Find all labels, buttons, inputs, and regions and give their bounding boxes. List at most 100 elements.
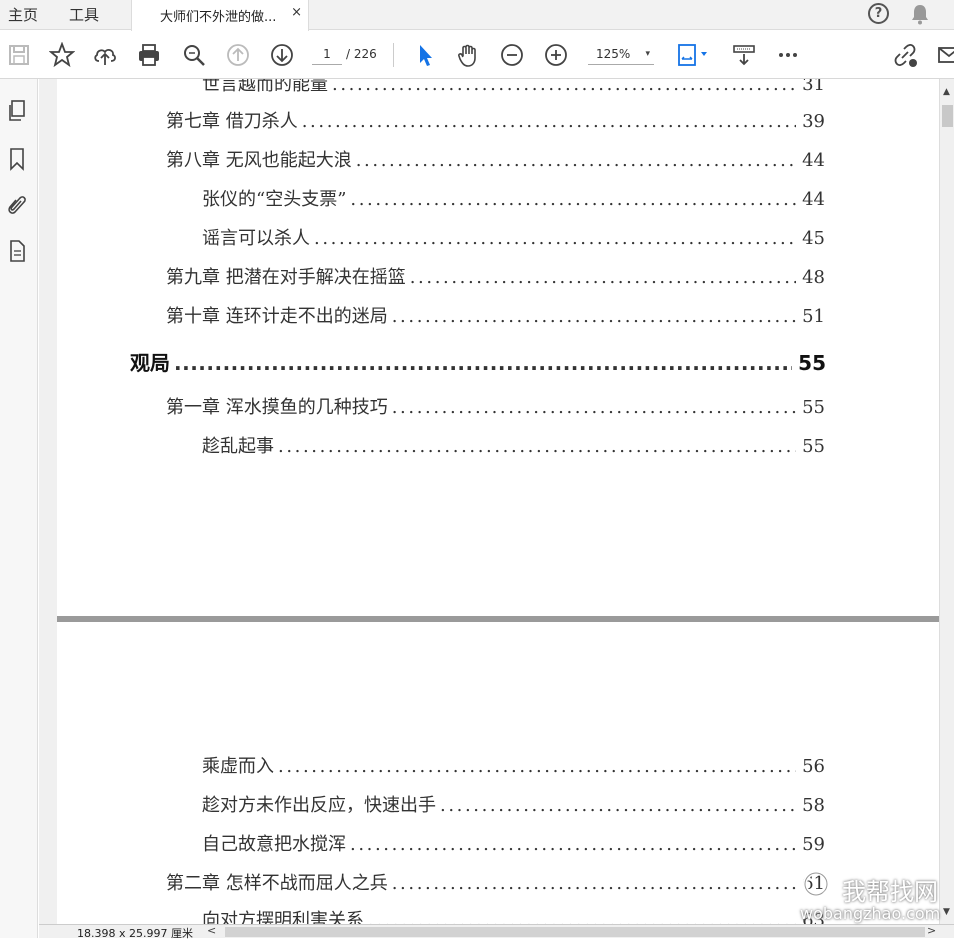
toc-entry-page: 56 bbox=[802, 756, 825, 777]
select-arrow-icon[interactable] bbox=[412, 42, 438, 68]
bell-icon[interactable] bbox=[910, 3, 930, 25]
toc-entry-label: 第一章 浑水摸鱼的几种技巧 bbox=[166, 397, 388, 418]
zoom-in-icon[interactable] bbox=[543, 42, 569, 68]
tab-home[interactable]: 主页 bbox=[8, 4, 38, 25]
toc-entry-label: 观局 bbox=[130, 351, 170, 375]
scroll-up-icon[interactable]: ▲ bbox=[943, 87, 950, 97]
toc-entry-label: 第八章 无风也能起大浪 bbox=[166, 150, 352, 171]
toc-entry[interactable]: 趁对方未作出反应，快速出手 ..........................… bbox=[202, 791, 825, 817]
search-zoom-icon[interactable] bbox=[181, 42, 207, 68]
toc-entry[interactable]: 第七章 借刀杀人 ...............................… bbox=[166, 107, 825, 133]
toc-leader-dots: ........................................… bbox=[301, 111, 796, 132]
toc-entry-label: 趁对方未作出反应，快速出手 bbox=[202, 795, 436, 816]
attachments-icon[interactable] bbox=[6, 193, 28, 217]
toc-leader-dots: ........................................… bbox=[278, 756, 796, 777]
toc-leader-dots: ........................................… bbox=[368, 910, 797, 924]
toc-leader-dots: ........................................… bbox=[391, 397, 797, 418]
toc-entry-page: 44 bbox=[802, 189, 825, 210]
toc-entry[interactable]: 张仪的“空头支票” ..............................… bbox=[202, 185, 825, 211]
toc-entry[interactable]: 第一章 浑水摸鱼的几种技巧 ..........................… bbox=[166, 393, 825, 419]
bookmarks-icon[interactable] bbox=[6, 147, 28, 171]
watermark-url: wobangzhao.com bbox=[800, 904, 941, 923]
document-viewport[interactable]: 世言越而的能量 ................................… bbox=[39, 79, 939, 924]
print-icon[interactable] bbox=[136, 42, 162, 68]
prev-page-icon[interactable] bbox=[225, 42, 251, 68]
zoom-value: 125% bbox=[596, 47, 631, 61]
hand-tool-icon[interactable] bbox=[455, 42, 481, 68]
toc-entry-label: 第七章 借刀杀人 bbox=[166, 111, 298, 132]
toc-entry[interactable]: 第八章 无风也能起大浪 ............................… bbox=[166, 146, 825, 172]
help-icon[interactable]: ? bbox=[868, 3, 889, 24]
save-icon[interactable] bbox=[6, 42, 32, 68]
toc-entry[interactable]: 乘虚而入 ...................................… bbox=[202, 752, 825, 778]
toc-entry-page: 55 bbox=[802, 436, 825, 457]
tab-tools[interactable]: 工具 bbox=[69, 4, 99, 25]
toc-part-heading[interactable]: 观局 .....................................… bbox=[130, 347, 826, 376]
more-icon[interactable] bbox=[775, 42, 801, 68]
horizontal-scroll-thumb[interactable] bbox=[225, 927, 925, 937]
toc-entry-label: 世言越而的能量 bbox=[202, 79, 328, 95]
toc-leader-dots: ........................................… bbox=[332, 79, 797, 95]
chevron-down-icon: ▾ bbox=[645, 49, 650, 59]
toc-entry-page: 58 bbox=[802, 795, 825, 816]
bookmark-star-icon[interactable] bbox=[48, 41, 76, 68]
document-properties-icon[interactable] bbox=[6, 239, 28, 263]
toc-entry-label: 向对方摆明利害关系 bbox=[202, 910, 364, 924]
scroll-thumb[interactable] bbox=[942, 105, 953, 127]
toc-entry[interactable]: 向对方摆明利害关系 ..............................… bbox=[202, 906, 825, 924]
toc-entry-label: 第十章 连环计走不出的迷局 bbox=[166, 306, 388, 327]
tab-document[interactable]: 大师们不外泄的做... × bbox=[131, 0, 309, 31]
toc-leader-dots: ........................................… bbox=[440, 795, 796, 816]
page-number-input[interactable]: 1 bbox=[312, 43, 342, 65]
toc-leader-dots: ........................................… bbox=[409, 267, 796, 288]
toc-entry-page: 51 bbox=[802, 306, 825, 327]
toc-entry[interactable]: 趁乱起事 ...................................… bbox=[202, 432, 825, 458]
toc-entry[interactable]: 第二章 怎样不战而屈人之兵 ..........................… bbox=[166, 869, 825, 895]
toc-entry-page: 55 bbox=[798, 351, 826, 375]
page-dimensions: 18.398 x 25.997 厘米 bbox=[77, 927, 193, 940]
toc-entry-label: 第九章 把潜在对手解决在摇篮 bbox=[166, 267, 406, 288]
page-total: / 226 bbox=[346, 47, 377, 61]
toc-leader-dots: ........................................… bbox=[314, 228, 797, 249]
toc-leader-dots: ........................................… bbox=[174, 351, 792, 375]
share-link-icon[interactable] bbox=[892, 42, 918, 68]
toc-entry-label: 谣言可以杀人 bbox=[202, 228, 310, 249]
zoom-level-select[interactable]: 125% ▾ bbox=[588, 43, 654, 65]
toc-entry-label: 第二章 怎样不战而屈人之兵 bbox=[166, 873, 388, 894]
scroll-left-icon[interactable]: < bbox=[207, 924, 216, 937]
toolbar: 1 / 226 125% ▾ bbox=[0, 31, 954, 79]
toc-entry-label: 自己故意把水搅浑 bbox=[202, 834, 346, 855]
toc-entry[interactable]: 谣言可以杀人 .................................… bbox=[202, 224, 825, 250]
toc-leader-dots: ........................................… bbox=[391, 873, 797, 894]
toc-entry-page: 39 bbox=[802, 111, 825, 132]
toc-entry[interactable]: 世言越而的能量 ................................… bbox=[202, 79, 825, 96]
toc-entry-page: 59 bbox=[802, 834, 825, 855]
toc-entry-label: 张仪的“空头支票” bbox=[202, 189, 347, 210]
watermark-text: 我帮找网 bbox=[842, 878, 938, 906]
upload-cloud-icon[interactable] bbox=[92, 42, 118, 68]
pages-icon[interactable] bbox=[6, 99, 28, 123]
toc-leader-dots: ........................................… bbox=[278, 436, 796, 457]
toolbar-divider bbox=[393, 43, 394, 67]
toc-entry-label: 趁乱起事 bbox=[202, 436, 274, 457]
tab-bar: 主页 工具 大师们不外泄的做... × ? bbox=[0, 0, 954, 31]
navigation-sidebar bbox=[0, 79, 38, 938]
toc-entry[interactable]: 第十章 连环计走不出的迷局 ..........................… bbox=[166, 302, 825, 328]
fit-page-icon[interactable] bbox=[676, 42, 712, 68]
toc-leader-dots: ........................................… bbox=[350, 189, 796, 210]
scroll-mode-icon[interactable] bbox=[731, 42, 757, 68]
toc-entry[interactable]: 自己故意把水搅浑 ...............................… bbox=[202, 830, 825, 856]
toc-entry-page: 31 bbox=[802, 79, 825, 95]
close-tab-icon[interactable]: × bbox=[291, 5, 302, 20]
zoom-out-icon[interactable] bbox=[499, 42, 525, 68]
vertical-scrollbar[interactable]: ▲ ▼ bbox=[939, 79, 954, 924]
email-icon[interactable] bbox=[936, 42, 954, 68]
document-tab-title: 大师们不外泄的做... bbox=[160, 10, 277, 25]
toc-entry[interactable]: 第九章 把潜在对手解决在摇篮 .........................… bbox=[166, 263, 825, 289]
toc-entry-page: 45 bbox=[802, 228, 825, 249]
toc-entry-page: 48 bbox=[802, 267, 825, 288]
magnifier-logo-icon bbox=[803, 871, 838, 906]
site-watermark: 我帮找网 wobangzhao.com bbox=[800, 866, 954, 928]
toc-leader-dots: ........................................… bbox=[355, 150, 797, 171]
next-page-icon[interactable] bbox=[269, 42, 295, 68]
